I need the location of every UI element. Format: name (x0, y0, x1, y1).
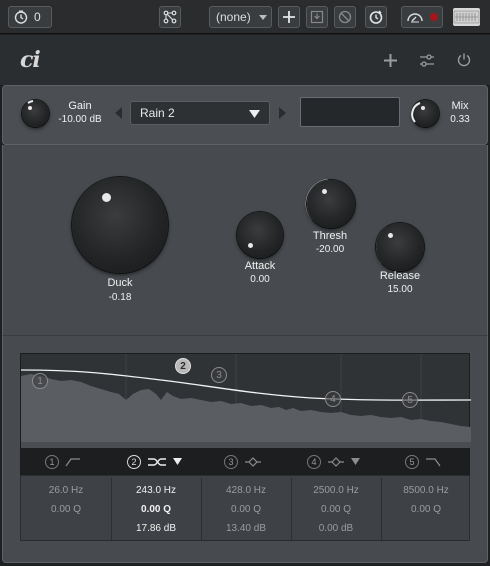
counter-button[interactable]: 0 (8, 6, 52, 28)
preset-name-dropdown[interactable]: Rain 2 (130, 101, 270, 125)
band-1-params: 26.0 Hz 0.00 Q (21, 476, 111, 542)
band-tab-3[interactable]: 3 (224, 448, 262, 475)
eq-node-5[interactable]: 5 (402, 392, 418, 408)
mix-label: Mix (451, 100, 469, 112)
preset-name: Rain 2 (140, 106, 175, 120)
peak-icon (328, 456, 344, 467)
keyboard-button[interactable] (453, 8, 480, 26)
bypass-button[interactable] (334, 6, 356, 28)
band-4-freq[interactable]: 2500.0 Hz (291, 485, 381, 496)
mix-arc (411, 102, 421, 123)
band-3-q[interactable]: 0.00 Q (201, 504, 291, 515)
attack-knob[interactable] (237, 212, 283, 258)
routing-button[interactable] (159, 6, 181, 28)
band-tab-bar: 1 2 3 4 5 (20, 448, 470, 475)
eq-graph[interactable]: 1 2 3 4 5 (20, 353, 471, 449)
add-icon[interactable] (383, 53, 398, 68)
band-tab-2[interactable]: 2 (127, 448, 182, 475)
gain-value: -10.00 dB (58, 114, 102, 125)
high-cut-icon (426, 457, 441, 466)
eq-node-2[interactable]: 2 (175, 358, 191, 374)
routing-icon (163, 10, 177, 24)
band-3-params: 428.0 Hz 0.00 Q 13.40 dB (201, 476, 291, 542)
gain-label: Gain (68, 100, 92, 112)
release-value: 15.00 (387, 284, 413, 295)
band-4-q[interactable]: 0.00 Q (291, 504, 381, 515)
band-3-gain[interactable]: 13.40 dB (201, 523, 291, 534)
next-preset-icon[interactable] (278, 107, 286, 119)
band-number: 3 (224, 454, 238, 469)
band-number: 5 (405, 454, 419, 469)
chevron-down-icon (173, 458, 182, 465)
monitor-icon (407, 13, 423, 23)
band-2-params: 243.0 Hz 0.00 Q 17.86 dB (111, 476, 201, 542)
counter-value: 0 (34, 10, 41, 24)
preset-select[interactable]: (none) (209, 6, 272, 28)
release-knob[interactable] (376, 223, 424, 271)
chevron-down-icon (351, 458, 360, 465)
dropdown-arrow-icon (259, 15, 267, 20)
band-1-q[interactable]: 0.00 Q (21, 504, 111, 515)
mix-value: 0.33 (450, 114, 470, 125)
eq-node-4[interactable]: 4 (325, 391, 341, 407)
duck-value: -0.18 (108, 292, 132, 303)
band-4-params: 2500.0 Hz 0.00 Q 0.00 dB (291, 476, 381, 542)
band-tab-1[interactable]: 1 (45, 448, 81, 475)
band-2-gain[interactable]: 17.86 dB (111, 523, 201, 534)
band-2-freq[interactable]: 243.0 Hz (111, 485, 201, 496)
gain-arc (27, 100, 34, 104)
low-shelf-icon (148, 457, 166, 466)
thresh-knob[interactable] (307, 180, 355, 228)
keyboard-icon (453, 10, 480, 24)
timer-icon (14, 10, 28, 24)
save-preset-button[interactable] (306, 6, 328, 28)
low-cut-icon (65, 457, 80, 466)
add-icon (283, 11, 295, 23)
thresh-label: Thresh (312, 230, 348, 242)
preset-select-value: (none) (216, 10, 251, 24)
save-icon (310, 10, 324, 24)
band-5-freq[interactable]: 8500.0 Hz (381, 485, 471, 496)
eq-node-1[interactable]: 1 (32, 373, 48, 389)
band-number: 2 (127, 454, 141, 469)
duck-label: Duck (107, 277, 133, 289)
previous-preset-icon[interactable] (115, 107, 123, 119)
host-toolbar: 0 (none) (0, 0, 490, 34)
plugin-header (0, 35, 490, 85)
band-tab-4[interactable]: 4 (307, 448, 360, 475)
thresh-value: -20.00 (315, 244, 345, 255)
logo: ci (20, 47, 41, 73)
eq-node-3[interactable]: 3 (211, 367, 227, 383)
band-1-freq[interactable]: 26.0 Hz (21, 485, 111, 496)
tap-icon (369, 10, 383, 24)
band-5-q[interactable]: 0.00 Q (381, 504, 471, 515)
monitor-button[interactable] (401, 6, 443, 28)
band-2-q[interactable]: 0.00 Q (111, 504, 201, 515)
band-number: 4 (307, 454, 321, 469)
band-parameters: 26.0 Hz 0.00 Q 243.0 Hz 0.00 Q 17.86 dB … (20, 475, 470, 541)
band-5-params: 8500.0 Hz 0.00 Q (381, 476, 471, 542)
power-icon[interactable] (456, 52, 472, 68)
bypass-icon (338, 10, 352, 24)
duck-knob[interactable] (72, 177, 168, 273)
record-icon (430, 13, 438, 21)
attack-value: 0.00 (250, 274, 270, 285)
peak-icon (245, 456, 261, 467)
level-display (300, 97, 400, 127)
add-preset-button[interactable] (278, 6, 300, 28)
settings-icon[interactable] (419, 53, 435, 68)
band-4-gain[interactable]: 0.00 dB (291, 523, 381, 534)
band-number: 1 (45, 454, 59, 469)
tap-button[interactable] (365, 6, 387, 28)
band-tab-5[interactable]: 5 (405, 448, 441, 475)
attack-label: Attack (244, 260, 276, 272)
chevron-down-icon (249, 110, 260, 118)
release-label: Release (379, 270, 421, 282)
band-3-freq[interactable]: 428.0 Hz (201, 485, 291, 496)
